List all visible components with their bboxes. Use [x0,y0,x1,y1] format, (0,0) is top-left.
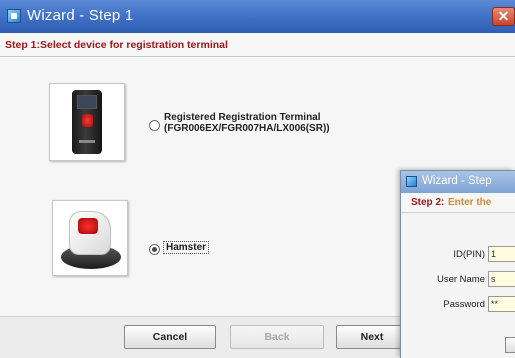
close-button[interactable]: ✕ [492,7,515,26]
terminal-sensor [82,114,93,127]
step-header: Step 1:Select device for registration te… [0,33,515,57]
step2-header: Step 2: Enter the [401,193,515,213]
step2-label: Step 2: [411,197,445,208]
terminal-device-image[interactable] [49,83,125,161]
id-pin-label: ID(PIN) [453,249,485,260]
password-label: Password [443,299,485,310]
terminal-logo [79,140,95,143]
app-icon [7,9,21,23]
step2-text: Enter the [448,197,492,208]
user-name-label: User Name [436,274,485,285]
radio-hamster[interactable] [149,244,160,255]
radio-registered-terminal[interactable] [149,120,160,131]
back-button[interactable]: Back [230,325,324,349]
hamster-sensor [78,218,98,234]
terminal-screen [77,95,97,109]
partial-button[interactable] [505,337,515,353]
password-input[interactable]: ** [488,296,515,312]
window-title-step2: Wizard - Step [422,175,492,187]
registered-terminal-label[interactable]: Registered Registration Terminal (FGR006… [164,112,330,134]
registered-terminal-label-line2: (FGR006EX/FGR007HA/LX006(SR)) [164,123,330,134]
title-bar[interactable]: Wizard - Step 1 ✕ [0,0,515,33]
registered-terminal-label-line1: Registered Registration Terminal [164,112,321,123]
step-header-text: Step 1:Select device for registration te… [5,39,228,51]
app-icon [406,176,417,187]
hamster-label[interactable]: Hamster [163,241,210,254]
terminal-device-icon [72,90,102,154]
id-pin-input[interactable]: 1 [488,246,515,262]
window-title: Wizard - Step 1 [27,7,134,24]
hamster-device-icon [69,211,111,255]
title-bar-step2[interactable]: Wizard - Step [401,171,515,193]
next-button[interactable]: Next [336,325,408,349]
hamster-device-image[interactable] [52,200,128,276]
wizard-step2-window: Wizard - Step Step 2: Enter the ID(PIN) … [400,170,515,358]
user-name-input[interactable]: s [488,271,515,287]
cancel-button[interactable]: Cancel [124,325,216,349]
